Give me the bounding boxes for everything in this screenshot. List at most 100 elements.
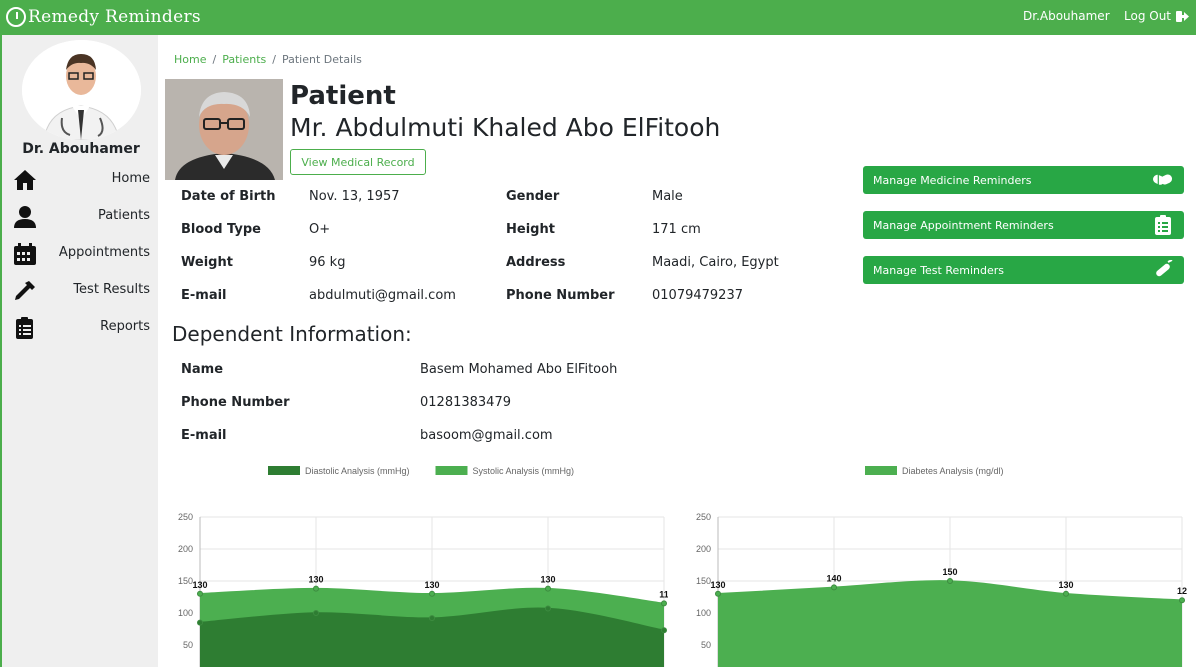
data-point [1179,597,1185,604]
sidebar-item-label: Patients [97,208,150,223]
data-point [197,590,203,597]
patient-photo [165,79,283,180]
data-point [545,585,551,592]
sidebar: Dr. Abouhamer Home Patients Appointments… [0,35,158,667]
sidebar-item-label: Appointments [58,245,150,260]
button-label: Manage Test Reminders [873,263,1005,277]
breadcrumb-current: Patient Details [281,53,362,66]
sidebar-item-patients[interactable]: Patients [2,202,158,232]
blood-type-label: Blood Type [181,222,261,237]
phone-value: 01079479237 [652,288,743,303]
y-tick-label: 100 [696,608,711,618]
y-tick-label: 100 [178,608,193,618]
logout-button[interactable]: Log Out [1124,9,1190,23]
brand-logo[interactable]: Remedy Reminders [6,3,201,31]
data-point [661,600,667,607]
manage-test-reminders-button[interactable]: Manage Test Reminders [863,256,1184,284]
height-value: 171 cm [652,222,701,237]
clipboard-list-icon [1155,215,1171,235]
brand-name: Remedy Reminders [28,7,201,27]
manage-appointment-reminders-button[interactable]: Manage Appointment Reminders [863,211,1184,239]
data-label: 130 [308,575,323,585]
series-area [718,580,1182,667]
view-medical-record-button[interactable]: View Medical Record [290,149,426,175]
sidebar-item-label: Home [111,171,150,186]
breadcrumb-patients[interactable]: Patients [222,53,266,66]
data-point [545,605,551,612]
phone-label: Phone Number [506,288,615,303]
current-user-link[interactable]: Dr.Abouhamer [1023,9,1110,23]
dependent-section-title: Dependent Information: [172,322,412,346]
dependent-email-label: E-mail [181,428,227,443]
dependent-name-value: Basem Mohamed Abo ElFitooh [420,362,618,377]
data-label: 130 [1058,580,1073,590]
address-label: Address [506,255,566,270]
diabetes-chart: 250200150100500Diabetes Analysis (mg/dl)… [696,466,1187,667]
data-label: 130 [424,580,439,590]
legend-swatch [268,466,300,475]
weight-label: Weight [181,255,233,270]
data-label: 12 [1177,586,1187,596]
pills-icon [1153,174,1173,185]
data-point [831,584,837,591]
calendar-icon [14,243,36,265]
sidebar-item-test-results[interactable]: Test Results [2,276,158,306]
patient-name: Mr. Abdulmuti Khaled Abo ElFitooh [290,113,721,142]
legend-swatch [435,466,468,475]
data-point [313,585,319,592]
doctor-avatar [22,40,141,140]
dependent-name-label: Name [181,362,224,377]
legend-label: Systolic Analysis (mmHg) [473,466,575,476]
button-label: Manage Medicine Reminders [873,173,1032,187]
legend-label: Diastolic Analysis (mmHg) [305,466,410,476]
breadcrumb: Home / Patients / Patient Details [174,53,362,66]
breadcrumb-home[interactable]: Home [174,53,206,66]
blood-pressure-chart: 250200150100500Diastolic Analysis (mmHg)… [178,466,668,667]
blood-type-value: O+ [309,222,331,237]
data-point [661,627,667,634]
dependent-phone-label: Phone Number [181,395,290,410]
dob-label: Date of Birth [181,189,276,204]
y-tick-label: 250 [178,512,193,522]
dependent-email-value: basoom@gmail.com [420,428,553,443]
logout-label: Log Out [1124,9,1172,23]
data-point [197,619,203,626]
height-label: Height [506,222,555,237]
sidebar-item-appointments[interactable]: Appointments [2,239,158,269]
syringe-icon [1156,260,1173,277]
doctor-name: Dr. Abouhamer [22,141,140,157]
y-tick-label: 50 [183,640,193,650]
top-navbar: Remedy Reminders Dr.Abouhamer Log Out [0,0,1196,35]
data-label: 130 [540,575,555,585]
email-value: abdulmuti@gmail.com [309,288,456,303]
y-tick-label: 50 [701,640,711,650]
y-tick-label: 250 [696,512,711,522]
home-icon [14,170,36,190]
patient-heading: Patient [290,81,396,111]
dependent-phone-value: 01281383479 [420,395,511,410]
data-point [1063,590,1069,597]
data-label: 130 [710,580,725,590]
dob-value: Nov. 13, 1957 [309,189,400,204]
main-content: Home / Patients / Patient Details Patient Mr… [158,35,1196,667]
sidebar-item-label: Test Results [73,282,150,297]
address-value: Maadi, Cairo, Egypt [652,255,779,270]
data-point [429,590,435,597]
data-label: 11 [659,589,668,599]
data-label: 140 [826,573,841,583]
y-tick-label: 150 [178,576,193,586]
data-point [313,610,319,616]
manage-medicine-reminders-button[interactable]: Manage Medicine Reminders [863,166,1184,194]
gender-value: Male [652,189,683,204]
data-label: 150 [942,567,957,577]
data-point [715,590,721,597]
sign-out-icon [1176,10,1190,22]
alarm-clock-icon [6,7,26,27]
user-icon [14,206,36,228]
clipboard-icon [16,317,33,339]
eyedropper-icon [15,281,35,300]
button-label: Manage Appointment Reminders [873,218,1054,232]
y-tick-label: 150 [696,576,711,586]
sidebar-item-reports[interactable]: Reports [2,313,158,343]
sidebar-item-home[interactable]: Home [2,165,158,195]
